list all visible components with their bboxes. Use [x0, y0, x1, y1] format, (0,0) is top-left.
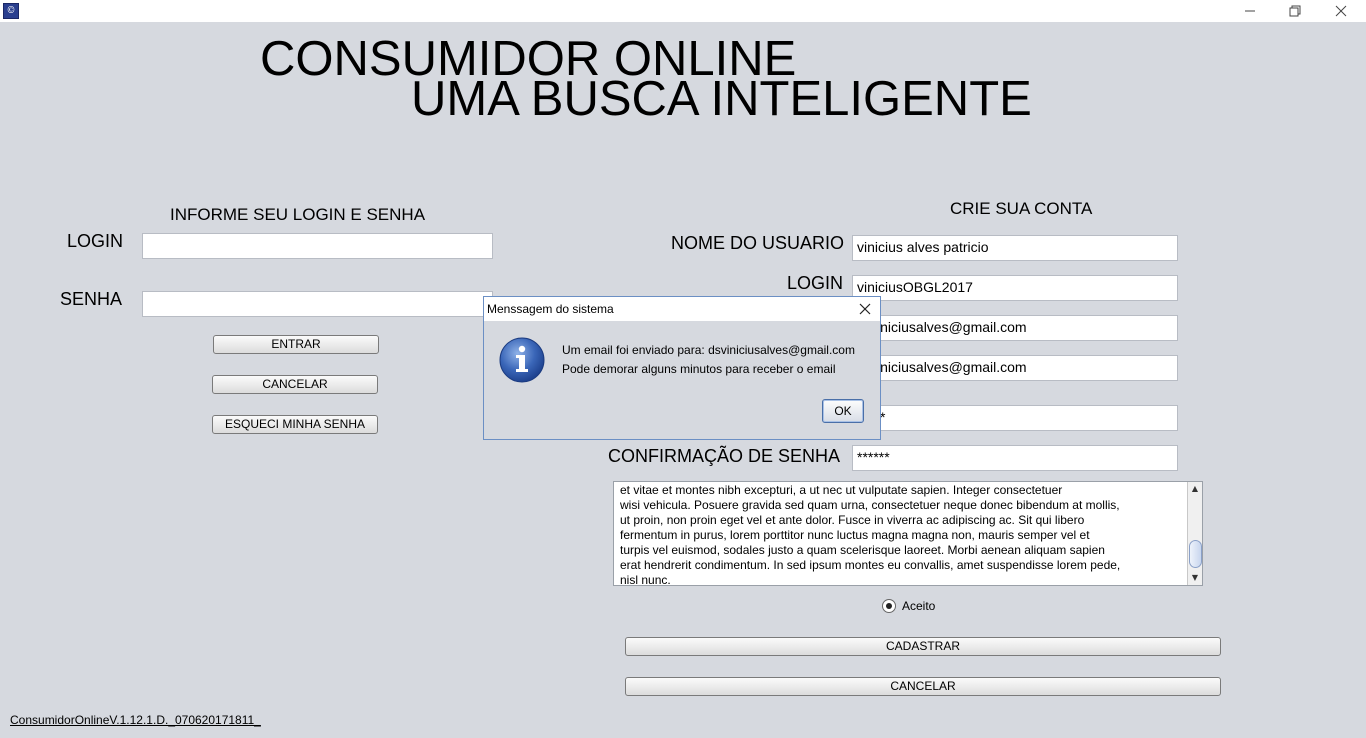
scroll-thumb[interactable] [1189, 540, 1202, 568]
close-button[interactable] [1318, 0, 1364, 22]
password-confirm-label: CONFIRMAÇÃO DE SENHA [608, 446, 841, 466]
dialog-title: Menssagem do sistema [484, 297, 880, 321]
radio-selected-dot [886, 603, 892, 609]
username-input[interactable]: vinicius alves patricio [852, 235, 1178, 261]
close-icon [1335, 5, 1347, 17]
version-label: ConsumidorOnlineV.1.12.1.D._070620171811… [10, 713, 261, 727]
headline-line-2: UMA BUSCA INTELIGENTE [411, 72, 1032, 126]
password-confirm-input[interactable]: ****** [852, 445, 1178, 471]
dialog-message-line-1: Um email foi enviado para: dsviniciusalv… [562, 343, 855, 357]
email-input[interactable]: iniciusalves@gmail.com [852, 315, 1178, 341]
scroll-up-icon[interactable]: ▲ [1188, 482, 1202, 496]
scroll-down-icon[interactable]: ▼ [1188, 571, 1202, 585]
forgot-password-button[interactable]: ESQUECI MINHA SENHA [212, 415, 378, 434]
terms-text: et vitae et montes nibh excepturi, a ut … [620, 483, 1121, 586]
app-icon: © [3, 3, 19, 19]
register-cancel-button[interactable]: CANCELAR [625, 677, 1221, 696]
register-login-input[interactable]: viniciusOBGL2017 [852, 275, 1178, 301]
dialog-close-button[interactable] [856, 300, 874, 318]
accept-radio[interactable] [882, 599, 896, 613]
minimize-icon [1245, 10, 1255, 12]
ok-button[interactable]: OK [822, 399, 864, 423]
enter-button[interactable]: ENTRAR [213, 335, 379, 354]
restore-button[interactable] [1272, 0, 1318, 22]
login-panel-title: INFORME SEU LOGIN E SENHA [170, 205, 426, 224]
dialog-message-line-2: Pode demorar alguns minutos para receber… [562, 362, 836, 376]
password-register-input[interactable]: * [852, 405, 1178, 431]
login-input[interactable] [142, 233, 493, 259]
login-label: LOGIN [67, 231, 124, 251]
restore-icon [1289, 5, 1301, 17]
minimize-button[interactable] [1227, 0, 1273, 22]
login-cancel-button[interactable]: CANCELAR [212, 375, 378, 394]
info-icon [499, 337, 545, 383]
email-confirm-input[interactable]: iniciusalves@gmail.com [852, 355, 1178, 381]
window-title-bar: © [0, 0, 1366, 22]
terms-scrollbar[interactable]: ▲ ▼ [1187, 482, 1202, 585]
password-input[interactable] [142, 291, 493, 317]
close-icon [859, 303, 871, 315]
username-label: NOME DO USUARIO [671, 233, 845, 253]
message-dialog: Menssagem do sistema Um email foi enviad… [483, 296, 881, 440]
terms-textarea[interactable]: et vitae et montes nibh excepturi, a ut … [613, 481, 1203, 586]
register-login-label: LOGIN [787, 273, 844, 293]
password-label: SENHA [60, 289, 123, 309]
accept-label: Aceito [902, 599, 936, 613]
register-panel-title: CRIE SUA CONTA [950, 199, 1093, 218]
register-button[interactable]: CADASTRAR [625, 637, 1221, 656]
